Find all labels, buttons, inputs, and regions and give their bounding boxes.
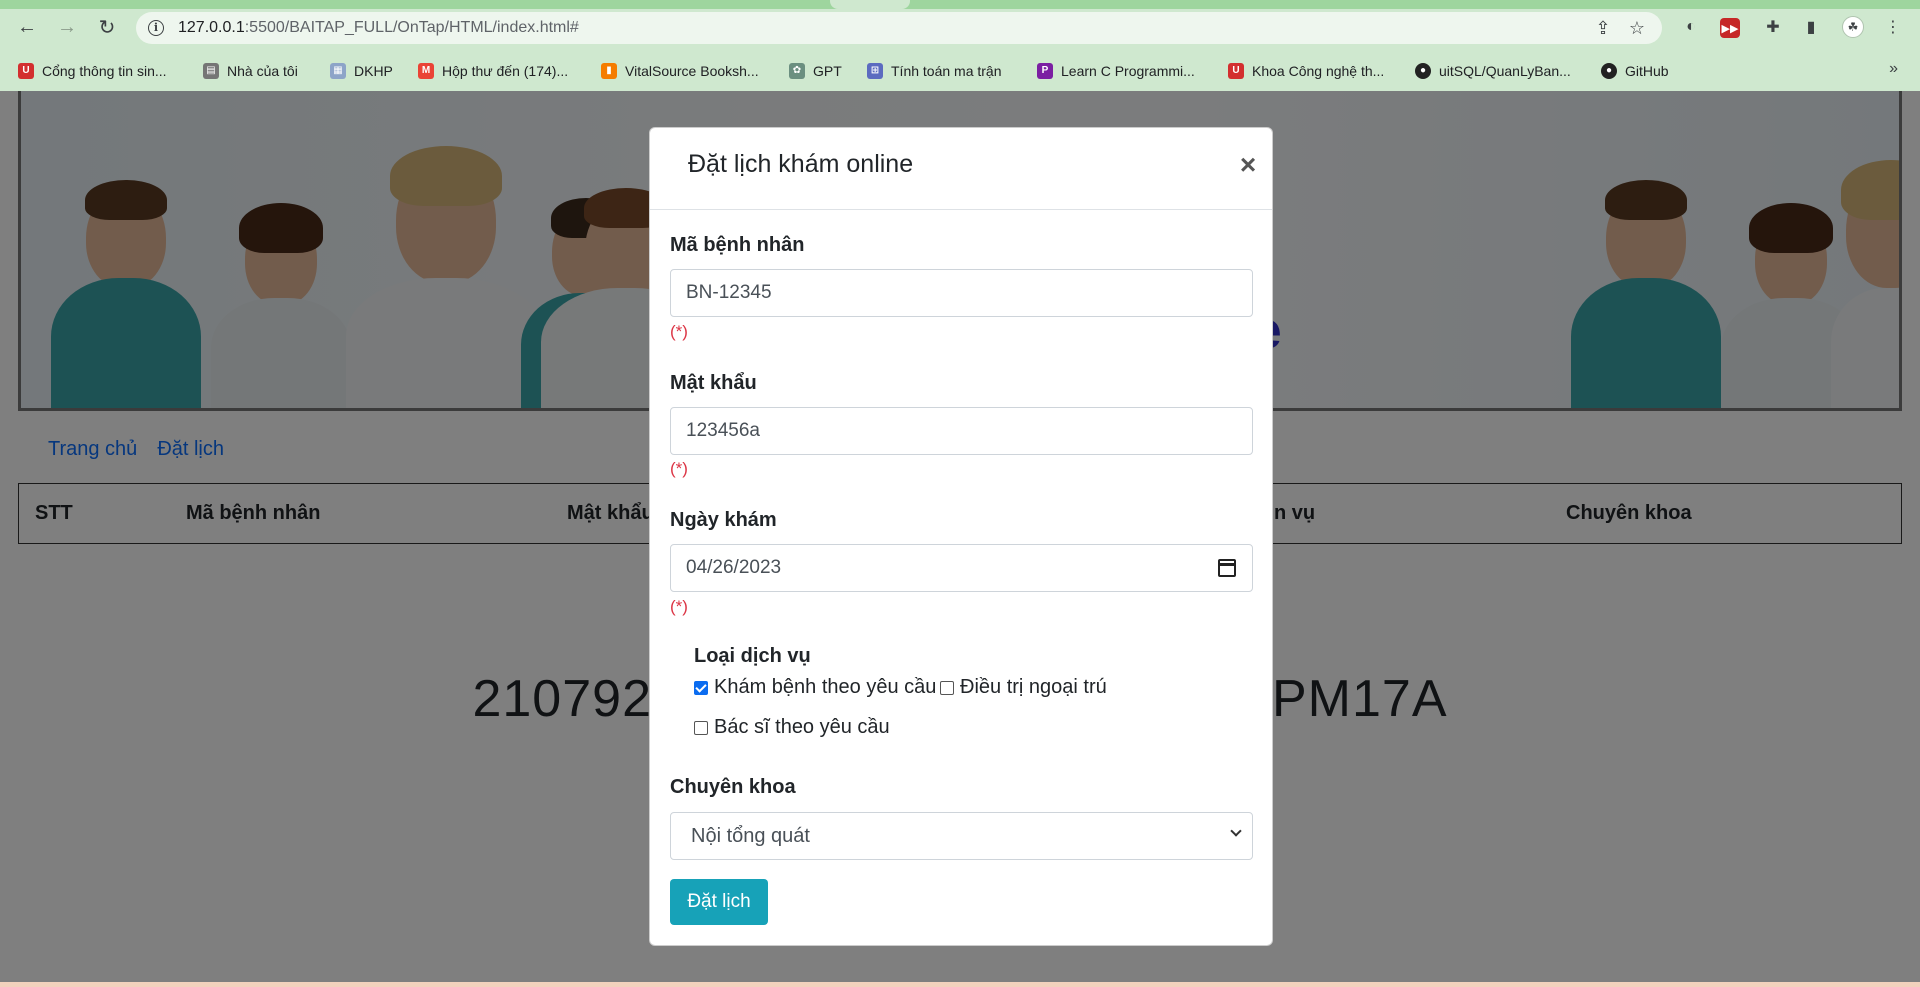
extension-compass-icon[interactable]: ◐: [1680, 16, 1702, 38]
url-text[interactable]: 127.0.0.1:5500/BAITAP_FULL/OnTap/HTML/in…: [178, 19, 579, 37]
uit-icon: U: [18, 63, 34, 79]
date-input[interactable]: 04/26/2023: [670, 544, 1253, 592]
required-marker: (*): [670, 459, 688, 478]
specialty-label: Chuyên khoa: [670, 776, 796, 798]
address-bar[interactable]: i 127.0.0.1:5500/BAITAP_FULL/OnTap/HTML/…: [136, 12, 1662, 44]
bookmark-item[interactable]: U Cổng thông tin sin...: [18, 60, 167, 82]
patient-id-label: Mã bệnh nhân: [670, 234, 805, 256]
checkbox-checked[interactable]: [694, 680, 708, 695]
service-option[interactable]: Bác sĩ theo yêu cầu: [694, 716, 890, 739]
browser-chrome: ← → ↻ i 127.0.0.1:5500/BAITAP_FULL/OnTap…: [0, 0, 1920, 91]
bookmark-item[interactable]: ▤ Nhà của tôi: [203, 60, 298, 82]
bookmark-item[interactable]: ● GitHub: [1601, 60, 1669, 82]
openai-icon: ✿: [789, 63, 805, 79]
booking-modal: Đặt lịch khám online × Mã bệnh nhân BN-1…: [649, 127, 1273, 946]
submit-booking-button[interactable]: Đặt lịch: [670, 879, 768, 925]
share-icon[interactable]: ⇪: [1592, 17, 1614, 39]
chevron-down-icon: [1230, 825, 1242, 837]
bookmark-item[interactable]: ▦ DKHP: [330, 60, 393, 82]
extension-red-icon[interactable]: ▶▶: [1720, 18, 1740, 38]
service-type-label: Loại dịch vụ: [694, 645, 811, 667]
patient-id-input[interactable]: BN-12345: [670, 269, 1253, 317]
date-label: Ngày khám: [670, 509, 777, 531]
service-option[interactable]: Khám bệnh theo yêu cầu: [694, 676, 936, 699]
learnc-icon: P: [1037, 63, 1053, 79]
bookmark-item[interactable]: ▮ VitalSource Booksh...: [601, 60, 759, 82]
password-label: Mật khẩu: [670, 372, 757, 394]
side-panel-icon[interactable]: ▮: [1800, 16, 1822, 38]
bookmark-item[interactable]: ✿ GPT: [789, 60, 842, 82]
calendar-icon[interactable]: [1218, 559, 1236, 577]
uit-icon: U: [1228, 63, 1244, 79]
extensions-puzzle-icon[interactable]: ✚: [1762, 16, 1784, 38]
bookmark-star-icon[interactable]: ☆: [1626, 17, 1648, 39]
profile-avatar[interactable]: ☘: [1842, 16, 1864, 38]
service-option[interactable]: Điều trị ngoại trú: [940, 676, 1107, 699]
reload-icon[interactable]: ↻: [94, 14, 120, 40]
password-input[interactable]: 123456a: [670, 407, 1253, 455]
bookmarks-bar: U Cổng thông tin sin... ▤ Nhà của tôi ▦ DKH…: [0, 56, 1920, 86]
back-arrow-icon[interactable]: ←: [14, 14, 40, 40]
gmail-icon: M: [418, 63, 434, 79]
vitalsource-icon: ▮: [601, 63, 617, 79]
forward-arrow-icon[interactable]: →: [54, 14, 80, 40]
bookmark-item[interactable]: P Learn C Programmi...: [1037, 60, 1195, 82]
specialty-select[interactable]: Nội tổng quát: [670, 812, 1253, 860]
required-marker: (*): [670, 322, 688, 341]
checkbox-unchecked[interactable]: [694, 720, 708, 735]
site-info-icon[interactable]: i: [148, 20, 164, 36]
checkbox-unchecked[interactable]: [940, 680, 954, 695]
bookmark-item[interactable]: M Hộp thư đến (174)...: [418, 60, 568, 82]
tab-strip: [0, 0, 1920, 9]
github-icon: ●: [1415, 63, 1431, 79]
page-icon: ▤: [203, 63, 219, 79]
modal-header: Đặt lịch khám online ×: [650, 128, 1272, 210]
matrix-icon: ⊞: [867, 63, 883, 79]
required-marker: (*): [670, 597, 688, 616]
doc-icon: ▦: [330, 63, 346, 79]
browser-menu-icon[interactable]: ⋮: [1882, 16, 1904, 38]
bookmark-item[interactable]: U Khoa Công nghệ th...: [1228, 60, 1384, 82]
close-icon[interactable]: ×: [1234, 150, 1262, 180]
github-icon: ●: [1601, 63, 1617, 79]
bookmark-item[interactable]: ● uitSQL/QuanLyBan...: [1415, 60, 1571, 82]
bookmark-item[interactable]: ⊞ Tính toán ma trận: [867, 60, 1002, 82]
page-bottom-strip: [0, 982, 1920, 987]
modal-title: Đặt lịch khám online: [688, 150, 914, 178]
date-value: 04/26/2023: [686, 557, 782, 578]
bookmarks-overflow-icon[interactable]: »: [1889, 60, 1898, 78]
